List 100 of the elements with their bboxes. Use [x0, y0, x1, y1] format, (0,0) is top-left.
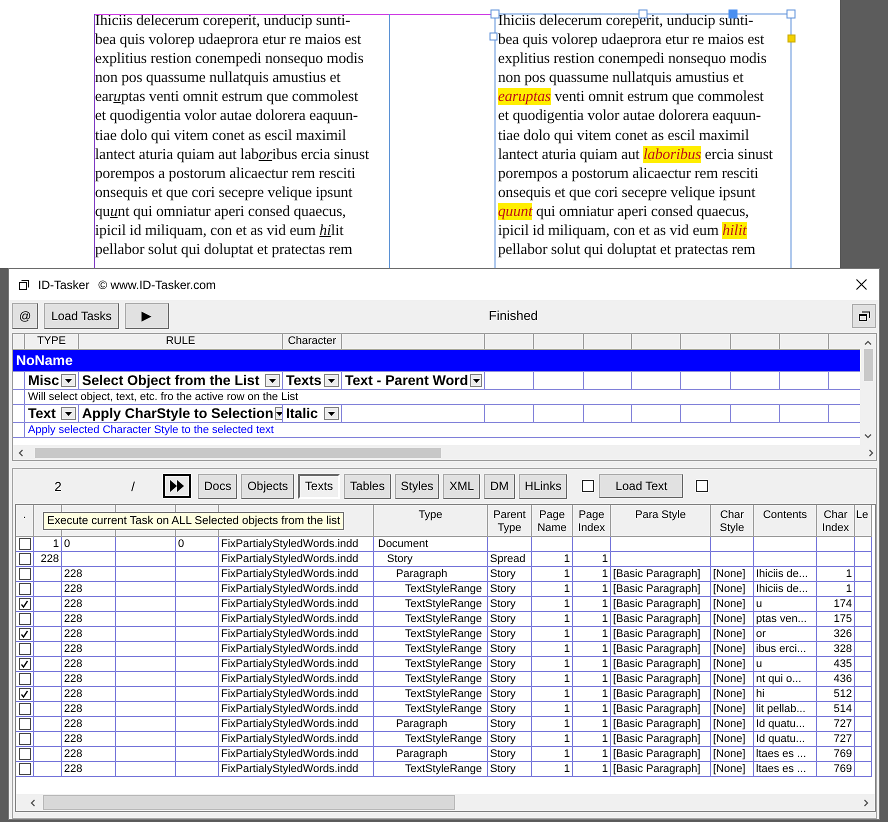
task-description: Will select object, text, etc. fro the active row on the List [25, 390, 863, 405]
table-cell: [None] [711, 642, 754, 657]
table-cell: 1 [532, 702, 573, 717]
table-cell: [Basic Paragraph] [611, 732, 711, 747]
table-cell: 228 [62, 597, 116, 612]
table-cell: 326 [817, 627, 855, 642]
table-cell: 436 [817, 672, 855, 687]
table-cell: 1 [573, 747, 611, 762]
table-cell: TextStyleRange [374, 642, 488, 657]
table-cell: u [754, 597, 817, 612]
table-cell: ltaes es ... [754, 747, 817, 762]
table-cell: FixPartialyStyledWords.indd [219, 597, 374, 612]
table-cell: [None] [711, 732, 754, 747]
table-cell: [None] [711, 657, 754, 672]
table-cell: 1 [573, 762, 611, 777]
table-cell: 175 [817, 612, 855, 627]
table-cell: 228 [62, 612, 116, 627]
table-cell: 328 [817, 642, 855, 657]
table-cell: 174 [817, 597, 855, 612]
table-cell: Story [488, 612, 532, 627]
table-cell: FixPartialyStyledWords.indd [219, 537, 374, 552]
table-cell: 228 [62, 582, 116, 597]
table-cell: TextStyleRange [374, 582, 488, 597]
table-cell: FixPartialyStyledWords.indd [219, 702, 374, 717]
table-cell: 228 [62, 642, 116, 657]
table-cell: Story [488, 762, 532, 777]
table-cell: 1 [573, 687, 611, 702]
table-cell: 1 [573, 597, 611, 612]
table-cell: [Basic Paragraph] [611, 717, 711, 732]
table-cell: FixPartialyStyledWords.indd [219, 627, 374, 642]
table-cell: [None] [711, 567, 754, 582]
table-cell: Ihiciis de... [754, 567, 817, 582]
table-cell: Story [488, 597, 532, 612]
table-cell: [None] [711, 582, 754, 597]
table-cell: 0 [62, 537, 116, 552]
column-header: TYPE [25, 334, 79, 350]
table-cell: Id quatu... [754, 717, 817, 732]
table-cell: Story [488, 732, 532, 747]
table-cell: FixPartialyStyledWords.indd [219, 582, 374, 597]
table-cell: 1 [817, 582, 855, 597]
table-cell: ibus erci... [754, 642, 817, 657]
table-cell: [None] [711, 702, 754, 717]
table-cell: FixPartialyStyledWords.indd [219, 687, 374, 702]
table-cell: [None] [711, 762, 754, 777]
table-cell: 1 [573, 627, 611, 642]
table-cell: [Basic Paragraph] [611, 612, 711, 627]
table-cell: [Basic Paragraph] [611, 702, 711, 717]
table-cell: [Basic Paragraph] [611, 582, 711, 597]
table-cell: FixPartialyStyledWords.indd [219, 717, 374, 732]
task-description: Apply selected Character Style to the selected text [25, 423, 863, 438]
table-cell: Story [488, 567, 532, 582]
table-cell: Story [488, 582, 532, 597]
table-cell: TextStyleRange [374, 597, 488, 612]
table-cell: [Basic Paragraph] [611, 627, 711, 642]
table-cell: 1 [532, 552, 573, 567]
table-cell: 769 [817, 747, 855, 762]
table-cell: TextStyleRange [374, 672, 488, 687]
copyright-text: © www.ID-Tasker.com [98, 278, 216, 292]
table-cell: [Basic Paragraph] [611, 657, 711, 672]
table-cell: 435 [817, 657, 855, 672]
table-cell: 1 [532, 597, 573, 612]
table-cell: FixPartialyStyledWords.indd [219, 642, 374, 657]
table-cell: 1 [532, 762, 573, 777]
table-cell: 1 [532, 582, 573, 597]
table-cell: 1 [34, 537, 62, 552]
column-header: RULE [79, 334, 283, 350]
table-cell: [Basic Paragraph] [611, 642, 711, 657]
table-cell: [None] [711, 747, 754, 762]
table-cell: 228 [62, 567, 116, 582]
table-cell: 228 [62, 702, 116, 717]
table-cell: 727 [817, 732, 855, 747]
status-text: Finished [488, 308, 539, 323]
table-cell: FixPartialyStyledWords.indd [219, 762, 374, 777]
table-cell: FixPartialyStyledWords.indd [219, 732, 374, 747]
table-cell: 228 [62, 657, 116, 672]
table-cell: Story [488, 717, 532, 732]
table-cell: [Basic Paragraph] [611, 672, 711, 687]
table-cell: 228 [62, 687, 116, 702]
table-cell: Id quatu... [754, 732, 817, 747]
table-cell: 1 [573, 717, 611, 732]
table-cell: 1 [573, 672, 611, 687]
table-cell: 228 [62, 672, 116, 687]
table-cell: [None] [711, 627, 754, 642]
table-cell: [Basic Paragraph] [611, 567, 711, 582]
table-cell: FixPartialyStyledWords.indd [219, 567, 374, 582]
table-cell: FixPartialyStyledWords.indd [219, 747, 374, 762]
table-cell: TextStyleRange [374, 627, 488, 642]
table-cell: 727 [817, 717, 855, 732]
table-cell: 512 [817, 687, 855, 702]
text-column: Ihiciis delecerum coreperit, unducip sunti- bea quis volorep udaeprora etur re maios est explitius restion conempedi nonsequo modis non pos quassume nullatquis amustius et earuptas venti omnit estrum que commolest et quodigentia volor autae dolorera eaquun- tiae dolo qui vitem conet as escil maximil lantect aturia quiam aut laboribus ercia sinust porempos a postorum alicaectur rem resciti onsequis et que cori secepre velique ipsunt quunt qui omniatur aperi consed quaecus, ipicil id miliquam, con et as vid eum hilit pellabor solut qui doluptat et pratectas rem [95, 11, 496, 260]
table-cell: 1 [532, 747, 573, 762]
table-cell: Story [488, 642, 532, 657]
tooltip: Execute current Task on ALL Selected objects from the list [43, 512, 344, 530]
table-cell: 1 [573, 702, 611, 717]
table-cell: ptas ven... [754, 612, 817, 627]
table-cell: 1 [573, 582, 611, 597]
table-cell: 514 [817, 702, 855, 717]
table-cell: FixPartialyStyledWords.indd [219, 552, 374, 567]
table-cell: 1 [532, 612, 573, 627]
table-cell: u [754, 657, 817, 672]
